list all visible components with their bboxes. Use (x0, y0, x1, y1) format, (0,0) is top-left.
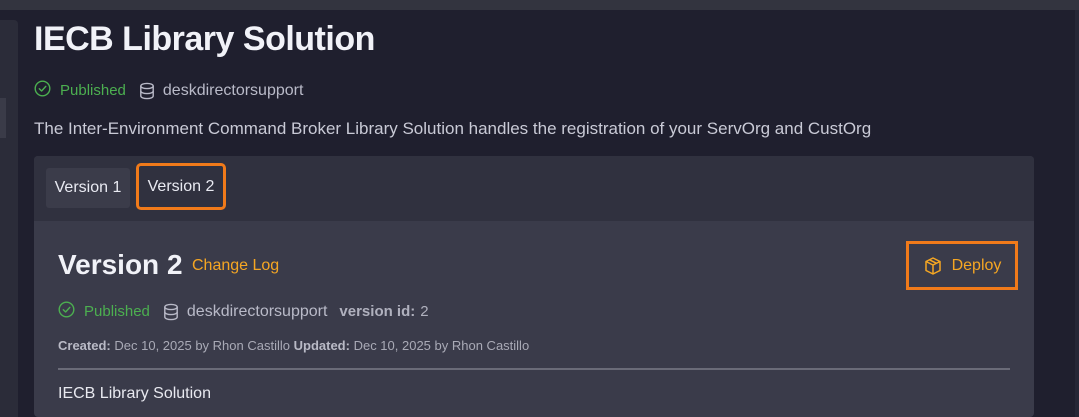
check-circle-icon (34, 80, 51, 101)
version-id-label: version id: (339, 303, 416, 320)
sidebar-handle[interactable] (0, 98, 6, 138)
divider (58, 368, 1010, 370)
database-icon (139, 82, 155, 100)
package-box-icon (923, 256, 943, 276)
version-dates: Created: Dec 10, 2025 by Rhon Castillo U… (58, 338, 529, 353)
version-title: Version 2 (58, 249, 183, 280)
updated-label: Updated: (293, 338, 350, 353)
version-status-badge: Published (84, 303, 150, 320)
deploy-button[interactable]: Deploy (906, 241, 1018, 290)
change-log-link[interactable]: Change Log (192, 257, 279, 275)
version-subtitle: IECB Library Solution (58, 385, 211, 402)
version-id-value: 2 (420, 303, 429, 320)
page-title: IECB Library Solution (34, 20, 375, 58)
created-label: Created: (58, 338, 111, 353)
deploy-label: Deploy (951, 256, 1002, 274)
status-badge: Published (60, 82, 126, 99)
database-icon (163, 303, 179, 321)
top-bar (0, 0, 1079, 10)
page-description: The Inter-Environment Command Broker Lib… (34, 119, 872, 138)
updated-value: Dec 10, 2025 by Rhon Castillo (353, 338, 530, 353)
version-meta: Published deskdirectorsupport version id… (58, 301, 429, 322)
created-value: Dec 10, 2025 by Rhon Castillo (114, 338, 290, 353)
tab-version-1[interactable]: Version 1 (46, 168, 130, 208)
organization-name: deskdirectorsupport (162, 81, 304, 99)
check-circle-icon (58, 301, 75, 322)
left-sidebar-rail[interactable] (0, 20, 18, 417)
page-meta: Published deskdirectorsupport (34, 80, 303, 101)
scroll-edge (1075, 10, 1079, 417)
versions-card: Version 1 Version 2 Version 2 Change Log… (34, 156, 1034, 417)
version-tabs: Version 1 Version 2 (34, 156, 1034, 221)
tab-version-2[interactable]: Version 2 (136, 163, 226, 210)
version-panel: Version 2 Change Log Deploy Published de… (34, 221, 1034, 417)
version-organization: deskdirectorsupport (186, 302, 328, 320)
